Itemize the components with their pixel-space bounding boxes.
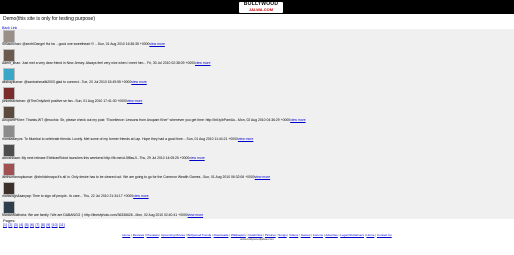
tweet-text: aaroshkaan: My next release EhthiranRobo…: [2, 156, 190, 160]
feed-item: mamtadaryvs: To Mumbai to celebrate frie…: [0, 124, 514, 143]
tweet-text: SrBachchan: @sexfriOangel Ha ha .. good …: [2, 42, 150, 46]
page-link[interactable]: [2]: [8, 223, 12, 227]
footer-copyright: www.bollywoodjalwa.com: [240, 237, 274, 241]
page-link[interactable]: [4]: [19, 223, 23, 227]
view-more-link[interactable]: view more: [189, 156, 204, 160]
feed-text: juniorbachchan: @TheOnlyAmit positive se…: [2, 99, 142, 103]
view-more-link[interactable]: view more: [131, 80, 146, 84]
demo-notice: Demo(this site is only for testing purpo…: [3, 16, 95, 22]
page-link[interactable]: [11]: [59, 223, 65, 227]
feed-text: Aamir_khan: Just met a very dear friend …: [2, 61, 210, 65]
tweet-text: mahisingh&sanyap: Time to sign off peopl…: [2, 194, 134, 198]
tweet-text: mamtadaryvs: To Mumbai to celebrate frie…: [2, 137, 238, 141]
feed-text: iamhumanrupkumar: @shriidchnapa it's all…: [2, 175, 270, 179]
tweet-text: AnupamPKher: Thanks,WT @mochiz: Sir, ple…: [2, 118, 291, 122]
page-link[interactable]: [1]: [3, 223, 7, 227]
feed-text: mahisingh&sanyap: Time to sign off peopl…: [2, 194, 149, 198]
view-more-link[interactable]: view more: [290, 118, 305, 122]
view-more-link[interactable]: view more: [149, 42, 164, 46]
feed-item: mahisingh&sanyap: Time to sign off peopl…: [0, 181, 514, 200]
feed-text: aaroshkaan: My next release EhthiranRobo…: [2, 156, 205, 160]
feed-text: SrBachchan: @sexfriOangel Ha ha .. good …: [2, 42, 165, 46]
top-header-bar: BOLLYWOOD JALWA.COM: [0, 0, 514, 14]
feed-item: iamhumanrupkumar: @shriidchnapa it's all…: [0, 162, 514, 181]
page-link[interactable]: [8]: [41, 223, 45, 227]
page-link[interactable]: [5]: [25, 223, 29, 227]
logo-line2: JALWA.COM: [248, 7, 274, 12]
tweet-text: ManishMalhotra: We are family ! We are D…: [2, 213, 188, 217]
view-more-link[interactable]: view more: [255, 175, 270, 179]
view-more-link[interactable]: view more: [188, 213, 203, 217]
page-link[interactable]: [3]: [14, 223, 18, 227]
feed-item: Aamir_khan: Just met a very dear friend …: [0, 48, 514, 67]
view-more-link[interactable]: view more: [133, 194, 148, 198]
feed-item: akshaykumar: @santoshmalik2003 glad to c…: [0, 67, 514, 86]
view-more-link[interactable]: view more: [238, 137, 253, 141]
tweet-text: iamhumanrupkumar: @shriidchnapa it's all…: [2, 175, 255, 179]
tweet-text: Aamir_khan: Just met a very dear friend …: [2, 61, 196, 65]
feed-item: juniorbachchan: @TheOnlyAmit positive se…: [0, 86, 514, 105]
feed-text: akshaykumar: @santoshmalik2003 glad to c…: [2, 80, 147, 84]
view-more-link[interactable]: view more: [195, 61, 210, 65]
feed-text: mamtadaryvs: To Mumbai to celebrate frie…: [2, 137, 253, 141]
page-link[interactable]: [6]: [30, 223, 34, 227]
feed-item: AnupamPKher: Thanks,WT @mochiz: Sir, ple…: [0, 105, 514, 124]
feed-item: SrBachchan: @sexfriOangel Ha ha .. good …: [0, 29, 514, 48]
feed-item: ManishMalhotra: We are family ! We are D…: [0, 200, 514, 219]
tweet-text: juniorbachchan: @TheOnlyAmit positive se…: [2, 99, 127, 103]
feed-text: AnupamPKher: Thanks,WT @mochiz: Sir, ple…: [2, 118, 306, 122]
page-link[interactable]: [9]: [46, 223, 50, 227]
site-logo[interactable]: BOLLYWOOD JALWA.COM: [239, 2, 283, 13]
feed-text: ManishMalhotra: We are family ! We are D…: [2, 213, 203, 217]
feed-item: aaroshkaan: My next release EhthiranRobo…: [0, 143, 514, 162]
page-link[interactable]: [7]: [35, 223, 39, 227]
tweet-text: akshaykumar: @santoshmalik2003 glad to c…: [2, 80, 132, 84]
view-more-link[interactable]: view more: [127, 99, 142, 103]
pagination: [1] [2] [3] [4] [5] [6] [7] [8] [9] [10] [11]: [3, 223, 66, 227]
page-link[interactable]: [10]: [52, 223, 58, 227]
